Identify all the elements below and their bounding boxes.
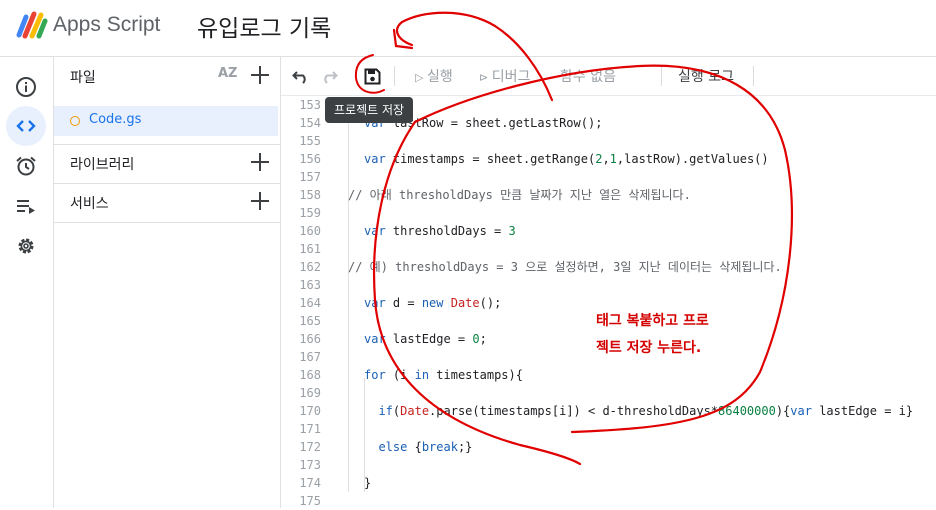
line-number: 161 — [299, 242, 321, 256]
code-line[interactable]: 163 — [281, 276, 936, 294]
undo-icon[interactable] — [292, 68, 310, 84]
code-editor[interactable]: 153 154 var lastRow = sheet.getLastRow(); 1… — [281, 96, 936, 508]
line-number: 157 — [299, 170, 321, 184]
top-bar: Apps Script 유입로그 기록 — [0, 0, 936, 57]
toolbar-divider — [753, 66, 754, 86]
services-row: 서비스 — [54, 183, 280, 221]
file-item-code-gs[interactable]: Code.gs — [54, 106, 278, 136]
code-line[interactable]: 157 — [281, 168, 936, 186]
code-line[interactable]: 170 if(Date.parse(timestamps[i]) < d-thr… — [281, 402, 936, 420]
save-tooltip: 프로젝트 저장 — [325, 97, 414, 123]
add-library-button[interactable] — [250, 152, 270, 172]
code-line[interactable]: 161 — [281, 240, 936, 258]
side-rail — [0, 57, 54, 508]
triggers-icon[interactable] — [6, 146, 46, 186]
line-number: 174 — [299, 476, 321, 490]
code-line[interactable]: 171 — [281, 420, 936, 438]
project-title[interactable]: 유입로그 기록 — [197, 9, 331, 43]
line-number: 168 — [299, 368, 321, 382]
line-number: 160 — [299, 224, 321, 238]
line-number: 156 — [299, 152, 321, 166]
debug-label: 디버그 — [491, 69, 531, 85]
sort-files-icon[interactable]: AZ — [218, 66, 238, 81]
files-header: 파일 AZ — [54, 57, 280, 95]
file-type-icon — [70, 116, 80, 126]
code-text[interactable]: // 예) thresholdDays = 3 으로 설정하면, 3일 지난 데… — [348, 258, 782, 276]
save-icon[interactable] — [364, 68, 381, 85]
code-line[interactable]: 162 // 예) thresholdDays = 3 으로 설정하면, 3일 지… — [281, 258, 936, 276]
line-number: 171 — [299, 422, 321, 436]
line-number: 155 — [299, 134, 321, 148]
run-button[interactable]: ▷ 실행 — [415, 66, 453, 86]
libraries-label: 라이브러리 — [70, 157, 135, 173]
line-number: 164 — [299, 296, 321, 310]
code-text[interactable]: } — [364, 474, 371, 492]
code-text[interactable]: for (i in timestamps){ — [364, 366, 523, 384]
editor-icon[interactable] — [6, 106, 46, 146]
divider — [54, 222, 280, 223]
libraries-row: 라이브러리 — [54, 144, 280, 182]
code-line[interactable]: 169 — [281, 384, 936, 402]
handwritten-note: 태그 복붙하고 프로 젝트 저장 누른다. — [596, 308, 709, 362]
file-name: Code.gs — [89, 112, 142, 127]
add-service-button[interactable] — [250, 191, 270, 211]
code-text[interactable]: if(Date.parse(timestamps[i]) < d-thresho… — [364, 402, 913, 420]
code-text[interactable]: else {break;} — [364, 438, 472, 456]
files-panel: 파일 AZ Code.gs 라이브러리 서비스 — [54, 57, 281, 508]
line-number: 169 — [299, 386, 321, 400]
line-number: 153 — [299, 98, 321, 112]
function-select[interactable]: 함수 없음 — [560, 66, 616, 86]
executions-icon[interactable] — [6, 186, 46, 226]
apps-script-logo[interactable] — [16, 11, 48, 39]
add-file-button[interactable] — [250, 65, 270, 85]
code-line[interactable]: 173 — [281, 456, 936, 474]
toolbar-divider — [661, 66, 662, 86]
editor-toolbar: ▷ 실행 ⊳ 디버그 함수 없음 실행 로그 — [281, 57, 936, 96]
code-line[interactable]: 168 for (i in timestamps){ — [281, 366, 936, 384]
code-line[interactable]: 160 var thresholdDays = 3 — [281, 222, 936, 240]
code-text[interactable]: var thresholdDays = 3 — [364, 222, 516, 240]
code-text[interactable]: var d = new Date(); — [364, 294, 501, 312]
code-line[interactable]: 175 — [281, 492, 936, 510]
code-text[interactable]: var timestamps = sheet.getRange(2,1,last… — [364, 150, 769, 168]
line-number: 162 — [299, 260, 321, 274]
files-label: 파일 — [70, 70, 96, 86]
line-number: 172 — [299, 440, 321, 454]
redo-icon[interactable] — [320, 68, 338, 84]
code-line[interactable]: 156 var timestamps = sheet.getRange(2,1,l… — [281, 150, 936, 168]
run-label: 실행 — [426, 69, 453, 85]
code-text[interactable]: var lastEdge = 0; — [364, 330, 487, 348]
debug-button[interactable]: ⊳ 디버그 — [479, 66, 530, 86]
code-text[interactable]: // 아래 thresholdDays 만큼 날짜가 지난 열은 삭제됩니다. — [348, 186, 691, 204]
code-line[interactable]: 159 — [281, 204, 936, 222]
line-number: 167 — [299, 350, 321, 364]
line-number: 154 — [299, 116, 321, 130]
code-line[interactable]: 174} — [281, 474, 936, 492]
note-line: 젝트 저장 누른다. — [596, 340, 702, 356]
line-number: 166 — [299, 332, 321, 346]
execution-log-button[interactable]: 실행 로그 — [678, 66, 734, 86]
code-line[interactable]: 172 else {break;} — [281, 438, 936, 456]
settings-icon[interactable] — [6, 226, 46, 266]
note-line: 태그 복붙하고 프로 — [596, 313, 709, 329]
code-line[interactable]: 155 — [281, 132, 936, 150]
line-number: 159 — [299, 206, 321, 220]
line-number: 158 — [299, 188, 321, 202]
app-name[interactable]: Apps Script — [53, 13, 160, 37]
line-number: 175 — [299, 494, 321, 508]
overview-icon[interactable] — [6, 67, 46, 107]
services-label: 서비스 — [70, 196, 109, 212]
line-number: 170 — [299, 404, 321, 418]
line-number: 163 — [299, 278, 321, 292]
toolbar-divider — [394, 66, 395, 86]
line-number: 165 — [299, 314, 321, 328]
code-line[interactable]: 158 // 아래 thresholdDays 만큼 날짜가 지난 열은 삭제됩니… — [281, 186, 936, 204]
line-number: 173 — [299, 458, 321, 472]
